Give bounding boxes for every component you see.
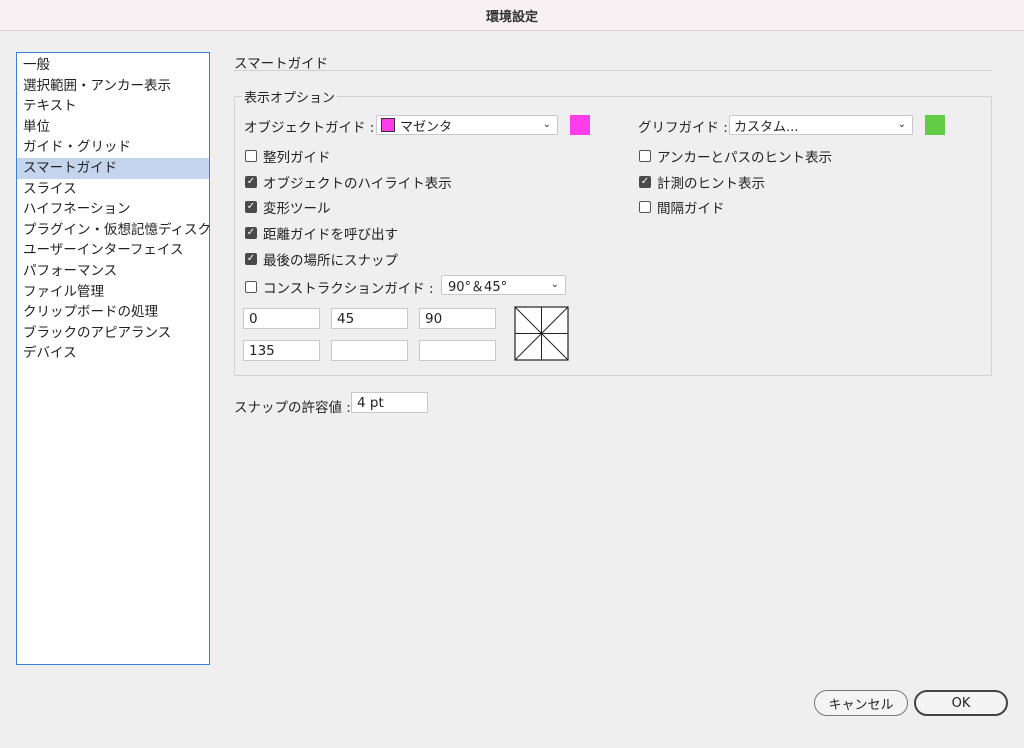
sidebar-item[interactable]: 選択範囲・アンカー表示 xyxy=(17,76,209,97)
option-label: 整列ガイド xyxy=(263,150,331,166)
sidebar-item[interactable]: テキスト xyxy=(17,96,209,117)
option-checkbox[interactable]: ✓ 計測のヒント表示 xyxy=(639,172,765,192)
preferences-sidebar[interactable]: 一般 選択範囲・アンカー表示 テキスト 単位 ガイド・グリッド スマートガイド スライス ハイ… xyxy=(16,52,210,665)
angle-field-2[interactable]: 45 xyxy=(331,308,408,329)
sidebar-item[interactable]: クリップボードの処理 xyxy=(17,302,209,323)
sidebar-item[interactable]: ユーザーインターフェイス xyxy=(17,240,209,261)
glyph-guide-label: グリフガイド : xyxy=(638,120,728,136)
sidebar-item[interactable]: ガイド・グリッド xyxy=(17,137,209,158)
chevron-down-icon: ⌄ xyxy=(550,279,559,290)
option-checkbox[interactable]: アンカーとパスのヒント表示 xyxy=(639,146,832,166)
glyph-guide-color-value: カスタム... xyxy=(734,119,799,135)
sidebar-item[interactable]: 単位 xyxy=(17,117,209,138)
glyph-guide-color-select[interactable]: カスタム... ⌄ xyxy=(729,115,913,135)
angle-preview-icon xyxy=(514,306,569,361)
snap-tolerance-field[interactable]: 4 pt xyxy=(351,392,428,413)
option-checkbox[interactable]: ✓ 距離ガイドを呼び出す xyxy=(245,223,398,243)
sidebar-item[interactable]: パフォーマンス xyxy=(17,261,209,282)
sidebar-item[interactable]: ブラックのアピアランス xyxy=(17,323,209,344)
angle-field-1[interactable]: 0 xyxy=(243,308,320,329)
snap-tolerance-label: スナップの許容値 : xyxy=(234,400,351,416)
option-label: 計測のヒント表示 xyxy=(657,176,765,192)
option-label: 間隔ガイド xyxy=(657,201,725,217)
option-checkbox[interactable]: 間隔ガイド xyxy=(639,197,725,217)
option-label: 距離ガイドを呼び出す xyxy=(263,227,398,243)
sidebar-item[interactable]: スライス xyxy=(17,179,209,200)
construction-guide-checkbox[interactable]: コンストラクションガイド : xyxy=(245,277,434,297)
angle-field-5[interactable] xyxy=(331,340,408,361)
magenta-swatch-icon xyxy=(381,118,395,132)
checkbox-icon xyxy=(245,150,257,162)
chevron-down-icon: ⌄ xyxy=(897,119,906,130)
cancel-button[interactable]: キャンセル xyxy=(814,690,908,716)
option-checkbox[interactable]: ✓ 変形ツール xyxy=(245,197,331,217)
ok-button[interactable]: OK xyxy=(914,690,1008,716)
sidebar-item[interactable]: デバイス xyxy=(17,343,209,364)
option-checkbox[interactable]: ✓ 最後の場所にスナップ xyxy=(245,249,398,269)
angle-field-4[interactable]: 135 xyxy=(243,340,320,361)
sidebar-item[interactable]: プラグイン・仮想記憶ディスク xyxy=(17,220,209,241)
option-label: オブジェクトのハイライト表示 xyxy=(263,176,452,192)
checkmark-icon: ✓ xyxy=(245,253,257,265)
checkbox-icon xyxy=(639,150,651,162)
sidebar-item[interactable]: スマートガイド xyxy=(17,157,209,179)
checkmark-icon: ✓ xyxy=(245,176,257,188)
window-title: 環境設定 xyxy=(485,9,538,25)
sidebar-item[interactable]: ハイフネーション xyxy=(17,199,209,220)
display-options-label: 表示オプション xyxy=(242,87,338,106)
object-guide-color-value: マゼンタ xyxy=(400,119,453,135)
object-guide-color-swatch[interactable] xyxy=(570,115,590,135)
checkbox-icon xyxy=(639,201,651,213)
angle-field-3[interactable]: 90 xyxy=(419,308,496,329)
checkmark-icon: ✓ xyxy=(639,176,651,188)
construction-guide-label: コンストラクションガイド : xyxy=(263,281,434,297)
window-titlebar: 環境設定 xyxy=(0,0,1024,31)
sidebar-item[interactable]: ファイル管理 xyxy=(17,282,209,303)
object-guide-label: オブジェクトガイド : xyxy=(244,120,375,136)
chevron-down-icon: ⌄ xyxy=(542,119,551,130)
option-checkbox[interactable]: 整列ガイド xyxy=(245,146,331,166)
glyph-guide-color-swatch[interactable] xyxy=(925,115,945,135)
section-title: スマートガイド xyxy=(234,56,329,72)
option-label: 最後の場所にスナップ xyxy=(263,253,398,269)
checkmark-icon: ✓ xyxy=(245,201,257,213)
angle-field-6[interactable] xyxy=(419,340,496,361)
option-label: アンカーとパスのヒント表示 xyxy=(657,150,832,166)
sidebar-item[interactable]: 一般 xyxy=(17,55,209,76)
object-guide-color-select[interactable]: マゼンタ ⌄ xyxy=(376,115,558,135)
section-divider xyxy=(234,70,992,71)
checkbox-icon xyxy=(245,281,257,293)
checkmark-icon: ✓ xyxy=(245,227,257,239)
option-label: 変形ツール xyxy=(263,201,331,217)
construction-guide-angle-select[interactable]: 90°＆45° ⌄ xyxy=(441,275,566,295)
construction-guide-angle-value: 90°＆45° xyxy=(448,279,508,295)
option-checkbox[interactable]: ✓ オブジェクトのハイライト表示 xyxy=(245,172,452,192)
